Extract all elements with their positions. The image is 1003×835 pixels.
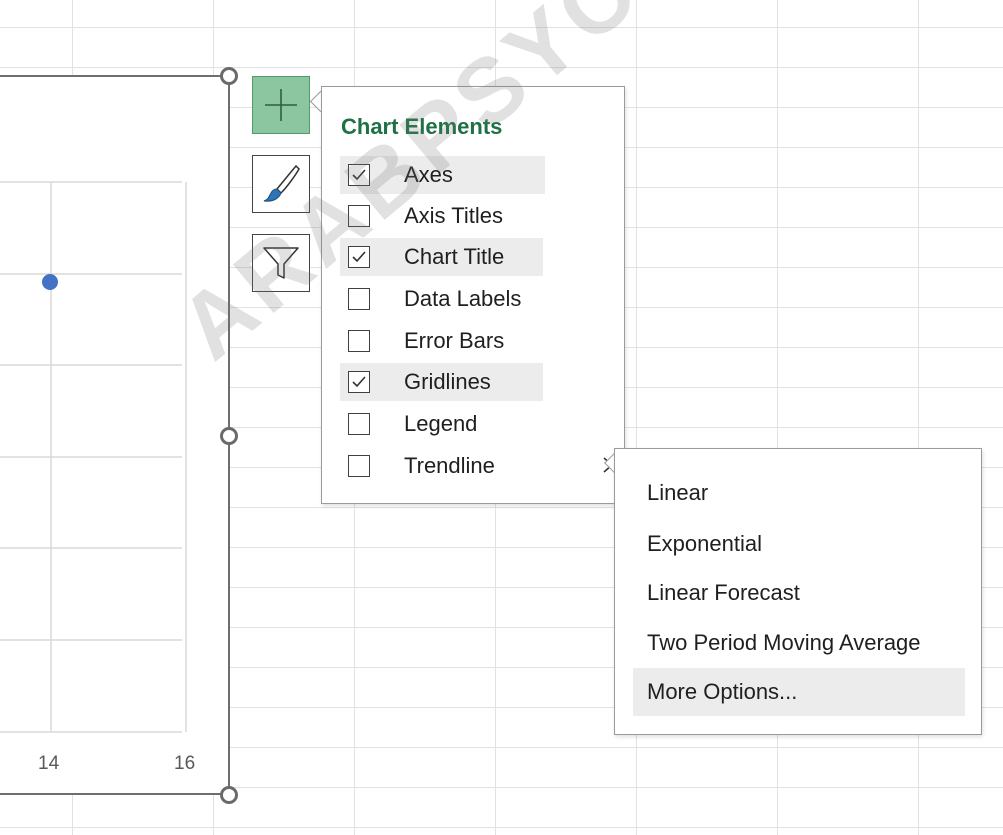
x-axis-tick-label: 14 <box>38 753 60 774</box>
trendline-option-linear-forecast[interactable]: Linear Forecast <box>633 569 965 617</box>
chart-element-label: Axes <box>404 162 453 187</box>
axis-titles-checkbox[interactable] <box>348 205 370 227</box>
plus-icon <box>265 89 297 121</box>
chart-element-axes[interactable]: Axes <box>340 156 545 194</box>
axes-checkbox[interactable] <box>348 164 370 186</box>
chart-element-axis-titles[interactable]: Axis Titles <box>340 197 545 235</box>
checkmark-icon <box>352 251 366 263</box>
chart-element-error-bars[interactable]: Error Bars <box>340 322 545 360</box>
plot-area <box>0 181 187 733</box>
chart-element-label: Gridlines <box>404 369 491 394</box>
x-axis-tick-label: 16 <box>174 753 196 774</box>
trendline-option-exponential[interactable]: Exponential <box>633 520 965 568</box>
chart-title-checkbox[interactable] <box>348 246 370 268</box>
chart-element-label: Chart Title <box>404 244 505 269</box>
chart-styles-button[interactable] <box>252 155 310 213</box>
chart-area[interactable] <box>0 75 230 795</box>
chart-elements-popup: Chart Elements Axes Axis Titles Chart Ti… <box>321 86 625 504</box>
chart-element-chart-title[interactable]: Chart Title <box>340 238 543 276</box>
trendline-option-linear[interactable]: Linear <box>633 469 965 517</box>
chart-element-label: Trendline <box>404 453 495 478</box>
funnel-icon <box>263 247 299 279</box>
error-bars-checkbox[interactable] <box>348 330 370 352</box>
chart-element-label: Axis Titles <box>404 203 504 228</box>
resize-handle-middle-right[interactable] <box>220 427 238 445</box>
trendline-submenu: Linear Exponential Linear Forecast Two P… <box>614 448 982 735</box>
chart-element-legend[interactable]: Legend <box>340 405 545 443</box>
trendline-option-two-period-moving-average[interactable]: Two Period Moving Average <box>633 619 965 667</box>
checkmark-icon <box>352 169 366 181</box>
chart-element-label: Error Bars <box>404 328 505 353</box>
chart-elements-button[interactable] <box>252 76 310 134</box>
chart-filters-button[interactable] <box>252 234 310 292</box>
popup-title: Chart Elements <box>341 114 503 139</box>
paintbrush-icon <box>263 164 300 202</box>
data-point[interactable] <box>42 274 58 290</box>
trendline-checkbox[interactable] <box>348 455 370 477</box>
resize-handle-top-right[interactable] <box>220 67 238 85</box>
resize-handle-bottom-right[interactable] <box>220 786 238 804</box>
gridlines-checkbox[interactable] <box>348 371 370 393</box>
chart-element-data-labels[interactable]: Data Labels <box>340 280 545 318</box>
chart-element-label: Data Labels <box>404 286 522 311</box>
chart-element-trendline[interactable]: Trendline <box>340 447 620 485</box>
trendline-option-more-options[interactable]: More Options... <box>633 668 965 716</box>
chart-element-label: Legend <box>404 411 478 436</box>
chart-element-gridlines[interactable]: Gridlines <box>340 363 543 401</box>
data-labels-checkbox[interactable] <box>348 288 370 310</box>
checkmark-icon <box>352 376 366 388</box>
legend-checkbox[interactable] <box>348 413 370 435</box>
